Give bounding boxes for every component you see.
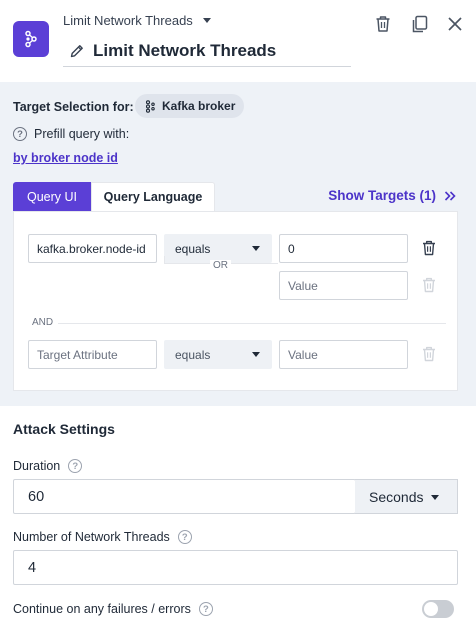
or-label: OR [210,260,231,271]
prefill-label: Prefill query with: [34,127,130,141]
duration-label-row: Duration ? [13,459,83,473]
value-input-2[interactable]: Value [279,340,408,369]
target-selection-label: Target Selection for: [13,100,134,114]
target-type-label: Kafka broker [162,99,236,113]
page-title: Limit Network Threads [93,41,277,60]
target-attribute-input[interactable]: Target Attribute [28,340,157,369]
tab-query-ui[interactable]: Query UI [13,182,91,211]
help-icon[interactable]: ? [68,459,83,473]
operator-label-2: equals [175,347,211,362]
and-label: AND [32,317,58,328]
prefill-broker-node-id-link[interactable]: by broker node id [13,151,118,165]
trash-icon[interactable] [373,14,393,34]
prefill-row: ? Prefill query with: [13,127,129,141]
tab-query-language[interactable]: Query Language [91,182,215,211]
attribute-input[interactable]: kafka.broker.node-id [28,234,157,263]
title-input[interactable]: Limit Network Threads [63,36,351,67]
copy-icon[interactable] [410,14,430,34]
toggle-knob [424,602,438,616]
continue-label-row: Continue on any failures / errors ? [13,602,213,616]
duration-unit-select[interactable]: Seconds [355,479,458,514]
delete-or-value-icon[interactable] [420,275,438,295]
duration-unit-label: Seconds [369,488,424,505]
show-targets-button[interactable]: Show Targets (1) [328,188,456,203]
double-chevron-right-icon [444,190,456,201]
chevron-down-icon [431,495,439,500]
threads-input[interactable]: 4 [13,550,458,585]
operator-select-2[interactable]: equals [164,340,272,369]
chevron-down-icon [252,246,260,251]
show-targets-label: Show Targets (1) [328,188,436,203]
action-dropdown-label: Limit Network Threads [63,13,193,28]
attack-settings-title: Attack Settings [13,421,115,437]
chevron-down-icon [202,18,211,23]
duration-input[interactable]: 60 [13,479,356,514]
threads-label-row: Number of Network Threads ? [13,530,192,544]
threads-label: Number of Network Threads [13,530,170,544]
value-input[interactable]: 0 [279,234,408,263]
action-dropdown[interactable]: Limit Network Threads [63,13,211,28]
continue-on-failure-toggle[interactable] [422,600,454,618]
delete-row-2-icon[interactable] [420,344,438,364]
kafka-icon [145,99,155,113]
target-type-chip: Kafka broker [135,94,245,118]
target-selection-section: Target Selection for: Kafka broker ? Pre… [0,82,476,406]
help-icon[interactable]: ? [13,127,27,141]
help-icon[interactable]: ? [198,602,213,616]
query-builder-panel: kafka.broker.node-id equals 0 OR Value A… [13,211,458,391]
editor-header: Limit Network Threads Limit Network Thre… [0,0,476,82]
duration-label: Duration [13,459,61,473]
continue-label: Continue on any failures / errors [13,602,191,616]
chevron-down-icon [252,352,260,357]
app-logo-icon [13,21,49,57]
or-value-input[interactable]: Value [279,271,408,300]
help-icon[interactable]: ? [177,530,192,544]
operator-label: equals [175,241,211,256]
operator-select[interactable]: equals [164,234,272,263]
delete-row-icon[interactable] [420,238,438,258]
close-icon[interactable] [445,14,465,34]
pencil-icon [70,45,83,58]
and-divider [58,323,446,324]
